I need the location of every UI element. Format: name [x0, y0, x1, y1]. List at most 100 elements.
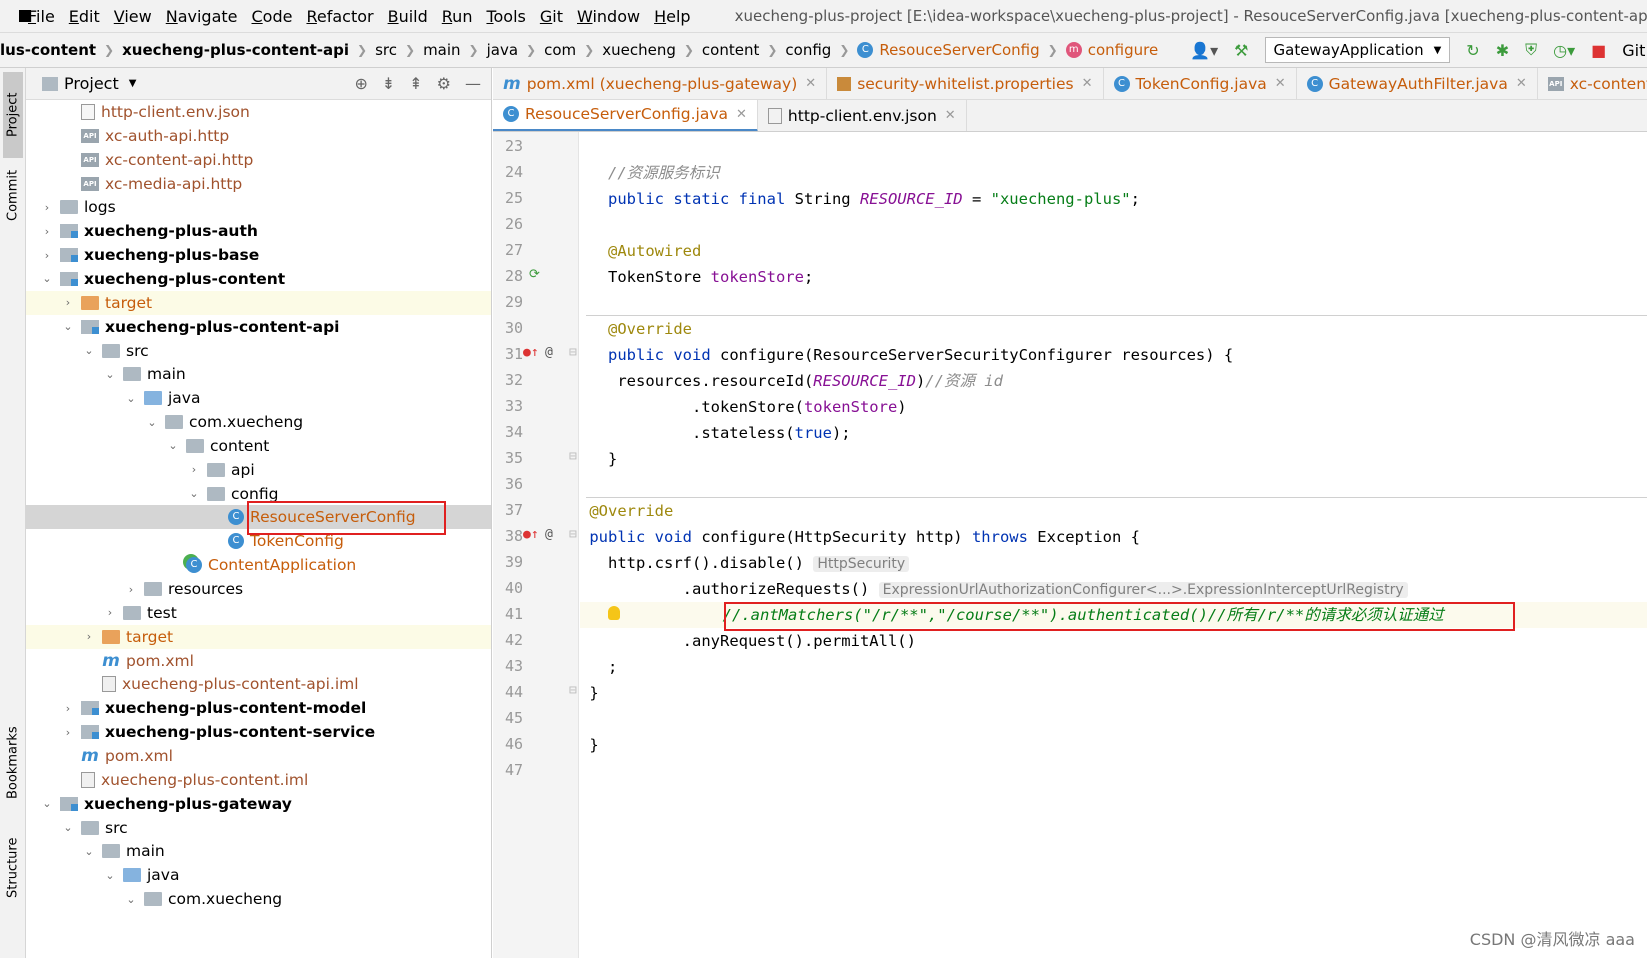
- gutter-line[interactable]: 37: [493, 498, 579, 524]
- fold-icon[interactable]: ⊟: [569, 449, 577, 464]
- gutter-line[interactable]: 35 ⊟: [493, 446, 579, 472]
- menu-build[interactable]: Build: [388, 7, 428, 26]
- tree-item[interactable]: › resources: [26, 577, 491, 601]
- tree-item[interactable]: › target: [26, 624, 491, 649]
- tree-item[interactable]: ⌄ main: [26, 362, 491, 386]
- bookmarks-tool-tab[interactable]: Bookmarks: [3, 718, 23, 808]
- locate-icon[interactable]: ⊕: [354, 74, 367, 93]
- tree-item[interactable]: ⌄ content: [26, 434, 491, 458]
- tree-item[interactable]: ⌄ src: [26, 816, 491, 840]
- hide-icon[interactable]: —: [465, 74, 481, 93]
- breadcrumb-item[interactable]: lus-content: [0, 41, 96, 59]
- chevron-down-icon[interactable]: ⌄: [145, 416, 159, 429]
- gutter-line[interactable]: 26: [493, 212, 579, 238]
- breadcrumb-item[interactable]: config: [785, 41, 831, 59]
- tree-item[interactable]: › xuecheng-plus-auth: [26, 219, 491, 243]
- tree-item[interactable]: › xuecheng-plus-content-service: [26, 720, 491, 744]
- menu-file[interactable]: File: [28, 7, 55, 26]
- gear-icon[interactable]: ⚙: [437, 74, 451, 93]
- chevron-down-icon[interactable]: ⌄: [124, 392, 138, 405]
- coverage-icon[interactable]: ⛨: [1525, 40, 1537, 60]
- menu-view[interactable]: View: [114, 7, 152, 26]
- tree-item[interactable]: ⌄ xuecheng-plus-content-api: [26, 315, 491, 339]
- chevron-right-icon[interactable]: ›: [40, 225, 54, 238]
- project-tool-tab[interactable]: Project: [3, 72, 23, 158]
- tree-item[interactable]: › xuecheng-plus-content-model: [26, 696, 491, 720]
- gutter-line[interactable]: 32: [493, 368, 579, 394]
- code-editor[interactable]: //资源服务标识 public static final String RESO…: [580, 132, 1647, 958]
- close-icon[interactable]: ✕: [736, 107, 747, 122]
- chevron-right-icon[interactable]: ›: [61, 702, 75, 715]
- chevron-down-icon[interactable]: ▼: [129, 78, 137, 89]
- build-hammer-icon[interactable]: ⚒: [1234, 41, 1248, 60]
- tree-item[interactable]: ⌄ main: [26, 839, 491, 863]
- close-icon[interactable]: ✕: [945, 108, 956, 123]
- chevron-right-icon[interactable]: ›: [187, 463, 201, 476]
- tab-http-client-env[interactable]: http-client.env.json ✕: [758, 100, 967, 131]
- gutter-line[interactable]: 44 ⊟: [493, 680, 579, 706]
- gutter-line[interactable]: 23: [493, 134, 579, 160]
- chevron-right-icon[interactable]: ›: [40, 201, 54, 214]
- gutter-line[interactable]: 39: [493, 550, 579, 576]
- annotation-icon[interactable]: @: [545, 527, 553, 542]
- tree-item[interactable]: ⌄ com.xuecheng: [26, 887, 491, 911]
- close-icon[interactable]: ✕: [1275, 76, 1286, 91]
- gutter-line[interactable]: 34: [493, 420, 579, 446]
- gutter-line[interactable]: 47: [493, 758, 579, 784]
- chevron-right-icon[interactable]: ›: [40, 249, 54, 262]
- gutter-line[interactable]: 40: [493, 576, 579, 602]
- chevron-down-icon[interactable]: ⌄: [40, 797, 54, 810]
- tree-item[interactable]: ⌄ xuecheng-plus-content: [26, 267, 491, 291]
- close-icon[interactable]: ✕: [1516, 76, 1527, 91]
- breadcrumb-class[interactable]: C ResouceServerConfig: [857, 41, 1040, 59]
- tree-item[interactable]: ⌄ com.xuecheng: [26, 410, 491, 434]
- rerun-icon[interactable]: ↻: [1466, 41, 1479, 60]
- tab-security-whitelist[interactable]: security-whitelist.properties ✕: [827, 68, 1104, 99]
- tree-item[interactable]: xuecheng-plus-content.iml: [26, 768, 491, 792]
- tree-item[interactable]: › target: [26, 290, 491, 315]
- fold-icon[interactable]: ⊟: [569, 345, 577, 360]
- menu-edit[interactable]: Edit: [69, 7, 100, 26]
- chevron-down-icon[interactable]: ⌄: [166, 439, 180, 452]
- tree-item[interactable]: API xc-content-api.http: [26, 148, 491, 172]
- tree-item[interactable]: C ContentApplication: [26, 553, 491, 577]
- close-icon[interactable]: ✕: [805, 76, 816, 91]
- fold-icon[interactable]: ⊟: [569, 683, 577, 698]
- tree-item[interactable]: › test: [26, 601, 491, 625]
- tab-gatewayauthfilter[interactable]: C GatewayAuthFilter.java ✕: [1297, 68, 1538, 99]
- tree-item[interactable]: m pom.xml: [26, 649, 491, 673]
- project-panel-title[interactable]: Project: [64, 74, 119, 93]
- tab-pom-gateway[interactable]: m pom.xml (xuecheng-plus-gateway) ✕: [493, 68, 828, 99]
- menu-refactor[interactable]: Refactor: [306, 7, 373, 26]
- tree-item[interactable]: ⌄ java: [26, 863, 491, 887]
- breadcrumb-item[interactable]: com: [544, 41, 576, 59]
- menu-help[interactable]: Help: [654, 7, 690, 26]
- gutter-line[interactable]: 42: [493, 628, 579, 654]
- menu-git[interactable]: Git: [540, 7, 563, 26]
- gutter-line[interactable]: 45: [493, 706, 579, 732]
- expand-all-icon[interactable]: ⇟: [382, 74, 395, 93]
- close-icon[interactable]: ✕: [1082, 76, 1093, 91]
- fold-icon[interactable]: ⊟: [569, 527, 577, 542]
- chevron-right-icon[interactable]: ›: [103, 606, 117, 619]
- override-marker-icon[interactable]: ●↑: [523, 527, 539, 542]
- tree-item[interactable]: ⌄ src: [26, 339, 491, 363]
- commit-tool-tab[interactable]: Commit: [3, 160, 23, 230]
- breadcrumb-item[interactable]: xuecheng-plus-content-api: [122, 41, 349, 59]
- tree-item[interactable]: http-client.env.json: [26, 100, 491, 124]
- breadcrumb-item[interactable]: xuecheng: [602, 41, 676, 59]
- gutter-line[interactable]: 28 ⟳: [493, 264, 579, 290]
- tree-item[interactable]: xuecheng-plus-content-api.iml: [26, 672, 491, 696]
- tab-tokenconfig[interactable]: C TokenConfig.java ✕: [1104, 68, 1297, 99]
- gutter-line[interactable]: 41: [493, 602, 579, 628]
- gutter-line[interactable]: 27: [493, 238, 579, 264]
- gutter-line[interactable]: 25: [493, 186, 579, 212]
- chevron-down-icon[interactable]: ⌄: [103, 368, 117, 381]
- structure-tool-tab[interactable]: Structure: [3, 828, 23, 908]
- breadcrumb-item[interactable]: main: [423, 41, 460, 59]
- tree-item[interactable]: API xc-media-api.http: [26, 172, 491, 196]
- breadcrumb-item[interactable]: src: [375, 41, 397, 59]
- chevron-right-icon[interactable]: ›: [61, 726, 75, 739]
- tree-item[interactable]: › logs: [26, 195, 491, 219]
- chevron-down-icon[interactable]: ⌄: [82, 845, 96, 858]
